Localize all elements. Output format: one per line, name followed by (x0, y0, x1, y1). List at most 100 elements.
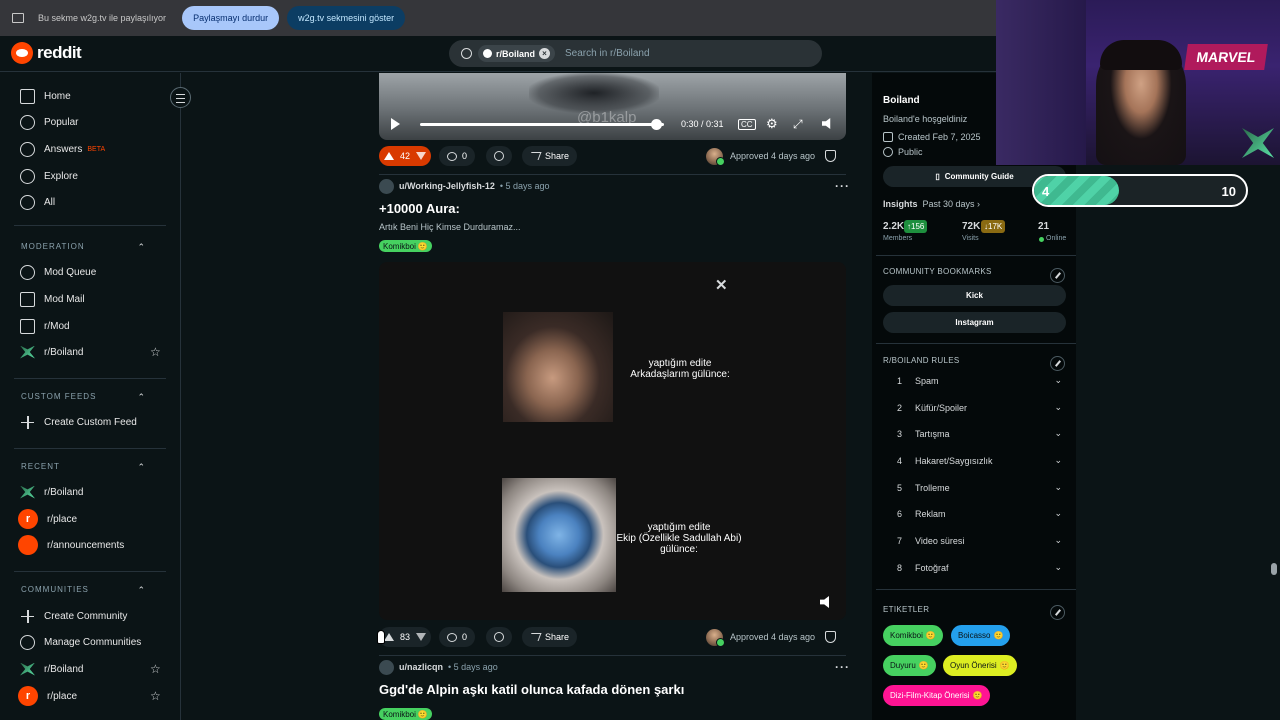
sidebar-item-mod-queue[interactable]: Mod Queue (20, 262, 150, 282)
user-avatar[interactable] (379, 659, 394, 675)
clear-chip-icon[interactable]: × (539, 48, 551, 59)
video-progress-bar[interactable] (420, 122, 664, 126)
share-button[interactable]: Share (522, 627, 578, 647)
volume-icon[interactable] (822, 118, 831, 129)
post-title[interactable]: Ggd'de Alpin aşkı katil olunca kafada dö… (379, 682, 684, 697)
rule-item[interactable]: 2 Küfür/Spoiler ⌄ (897, 402, 1062, 417)
volume-icon[interactable] (820, 596, 829, 608)
show-tab-button[interactable]: w2g.tv sekmesini göster (287, 6, 406, 30)
boiland-icon (20, 485, 35, 499)
collapse-nav-button[interactable] (170, 87, 191, 108)
video-player[interactable]: @b1kalp 0:30 / 0:31 CC ⚙ ⤢ (379, 73, 846, 140)
flair-tag[interactable]: Oyun Önerisi 🙂 (943, 655, 1017, 676)
favorite-star-icon[interactable]: ☆ (150, 662, 161, 676)
bookmarks-header: COMMUNITY BOOKMARKS (883, 267, 992, 276)
rule-item[interactable]: 5 Trolleme ⌄ (897, 482, 1062, 497)
edit-pencil-icon[interactable] (1050, 268, 1065, 283)
moderation-section-header[interactable]: MODERATION ⌃ (21, 242, 146, 252)
create-custom-feed-button[interactable]: Create Custom Feed (20, 412, 150, 432)
reddit-logo[interactable]: reddit (11, 42, 82, 64)
post-author[interactable]: u/nazlicqn (399, 662, 443, 672)
video-scrubber-handle[interactable] (650, 118, 662, 130)
post-actions: 42 0 Share Approved 4 days ago (379, 146, 846, 166)
bookmark-kick-button[interactable]: Kick (883, 285, 1066, 306)
overflow-menu-icon[interactable]: ··· (835, 179, 850, 193)
rule-item[interactable]: 4 Hakaret/Saygısızlık ⌄ (897, 455, 1062, 470)
post-separator (379, 655, 846, 656)
custom-feeds-section-header[interactable]: CUSTOM FEEDS ⌃ (21, 392, 146, 402)
flair-tag[interactable]: Duyuru 🙂 (883, 655, 936, 676)
downvote-icon[interactable] (416, 633, 427, 641)
video-caption-2: yaptığım edite Ekip (Özellikle Sadullah … (616, 522, 742, 555)
subreddit-search-chip[interactable]: r/Boiland × (478, 45, 556, 62)
search-input[interactable]: Search in r/Boiland (565, 48, 650, 59)
flair-tag[interactable]: Boicasso 🙂 (951, 625, 1011, 646)
award-button[interactable] (486, 627, 512, 647)
sidebar-item-recent-announcements[interactable]: r/announcements (18, 535, 150, 555)
manage-communities-button[interactable]: Manage Communities (20, 632, 150, 652)
sidebar-item-community-boiland[interactable]: r/Boiland ☆ (20, 659, 161, 679)
chevron-up-icon: ⌃ (137, 392, 146, 402)
sidebar-item-mod-mail[interactable]: Mod Mail (20, 289, 150, 309)
gear-icon[interactable]: ⚙ (766, 116, 778, 132)
sidebar-item-recent-place[interactable]: r r/place (18, 509, 150, 529)
comments-button[interactable]: 0 (439, 627, 476, 647)
insights-header[interactable]: Insights Past 30 days › (883, 199, 980, 209)
place-icon: r (18, 686, 38, 706)
mod-shield-icon[interactable] (825, 150, 836, 162)
mod-shield-icon[interactable] (825, 631, 836, 643)
stop-sharing-button[interactable]: Paylaşmayı durdur (182, 6, 280, 30)
rule-item[interactable]: 1 Spam ⌄ (897, 375, 1062, 390)
share-button[interactable]: Share (522, 146, 578, 166)
rule-item[interactable]: 7 Video süresi ⌄ (897, 535, 1062, 550)
boiland-logo-icon (1242, 128, 1274, 158)
favorite-star-icon[interactable]: ☆ (150, 345, 161, 359)
downvote-icon[interactable] (416, 152, 427, 160)
comment-icon (447, 151, 457, 161)
sidebar-item-explore[interactable]: Explore (20, 166, 150, 186)
sidebar-divider (876, 255, 1076, 256)
sidebar-divider (14, 378, 166, 379)
post-flair[interactable]: Komikboi 🙂 (379, 708, 432, 720)
rule-item[interactable]: 6 Reklam ⌄ (897, 508, 1062, 523)
comments-button[interactable]: 0 (439, 146, 476, 166)
user-avatar[interactable] (379, 178, 394, 194)
post-video[interactable]: ✕ yaptığım edite Arkadaşlarım gülünce: y… (379, 262, 846, 620)
sidebar-item-all[interactable]: All (20, 192, 150, 212)
communities-section-header[interactable]: COMMUNITIES ⌃ (21, 585, 146, 595)
community-visibility: Public (883, 147, 923, 157)
post-feed: @b1kalp 0:30 / 0:31 CC ⚙ ⤢ 42 0 Share Ap… (370, 73, 850, 720)
sidebar-item-boiland-mod[interactable]: r/Boiland ☆ (20, 342, 161, 362)
captions-icon[interactable]: CC (738, 118, 756, 130)
sidebar-item-popular[interactable]: Popular (20, 112, 150, 132)
post-flair[interactable]: Komikboi 🙂 (379, 240, 432, 252)
edit-pencil-icon[interactable] (1050, 605, 1065, 620)
sidebar-item-recent-boiland[interactable]: r/Boiland (20, 482, 150, 502)
upvote-icon[interactable] (384, 152, 394, 160)
edit-pencil-icon[interactable] (1050, 356, 1065, 371)
create-community-button[interactable]: Create Community (20, 606, 150, 626)
play-icon[interactable] (391, 118, 400, 130)
sidebar-item-home[interactable]: Home (20, 86, 150, 106)
upvote-icon[interactable] (384, 633, 394, 641)
fullscreen-icon[interactable]: ⤢ (793, 117, 803, 132)
post-author[interactable]: u/Working-Jellyfish-12 (399, 181, 495, 191)
favorite-star-icon[interactable]: ☆ (150, 689, 161, 703)
search-bar[interactable]: r/Boiland × Search in r/Boiland (449, 40, 822, 67)
award-button[interactable] (486, 146, 512, 166)
rule-item[interactable]: 3 Tartışma ⌄ (897, 428, 1062, 443)
flair-tag[interactable]: Komikboi 🙂 (883, 625, 943, 646)
rule-item[interactable]: 8 Fotoğraf ⌄ (897, 562, 1062, 577)
sidebar-item-r-mod[interactable]: r/Mod (20, 316, 150, 336)
overflow-menu-icon[interactable]: ··· (835, 660, 850, 674)
bookmark-instagram-button[interactable]: Instagram (883, 312, 1066, 333)
recent-section-header[interactable]: RECENT ⌃ (21, 462, 146, 472)
post-actions: 83 0 Share Approved 4 days ago (379, 627, 846, 647)
page-scrollbar[interactable] (1271, 563, 1277, 575)
sidebar-item-label: Answers (44, 143, 83, 155)
flair-tag[interactable]: Dizi-Film-Kitap Önerisi 🙂 (883, 685, 990, 706)
sidebar-item-answers[interactable]: Answers BETA (20, 139, 150, 159)
sidebar-item-community-place[interactable]: r r/place ☆ (18, 686, 161, 706)
post-title[interactable]: +10000 Aura: (379, 201, 460, 216)
sidebar-item-label: r/Mod (44, 320, 70, 332)
